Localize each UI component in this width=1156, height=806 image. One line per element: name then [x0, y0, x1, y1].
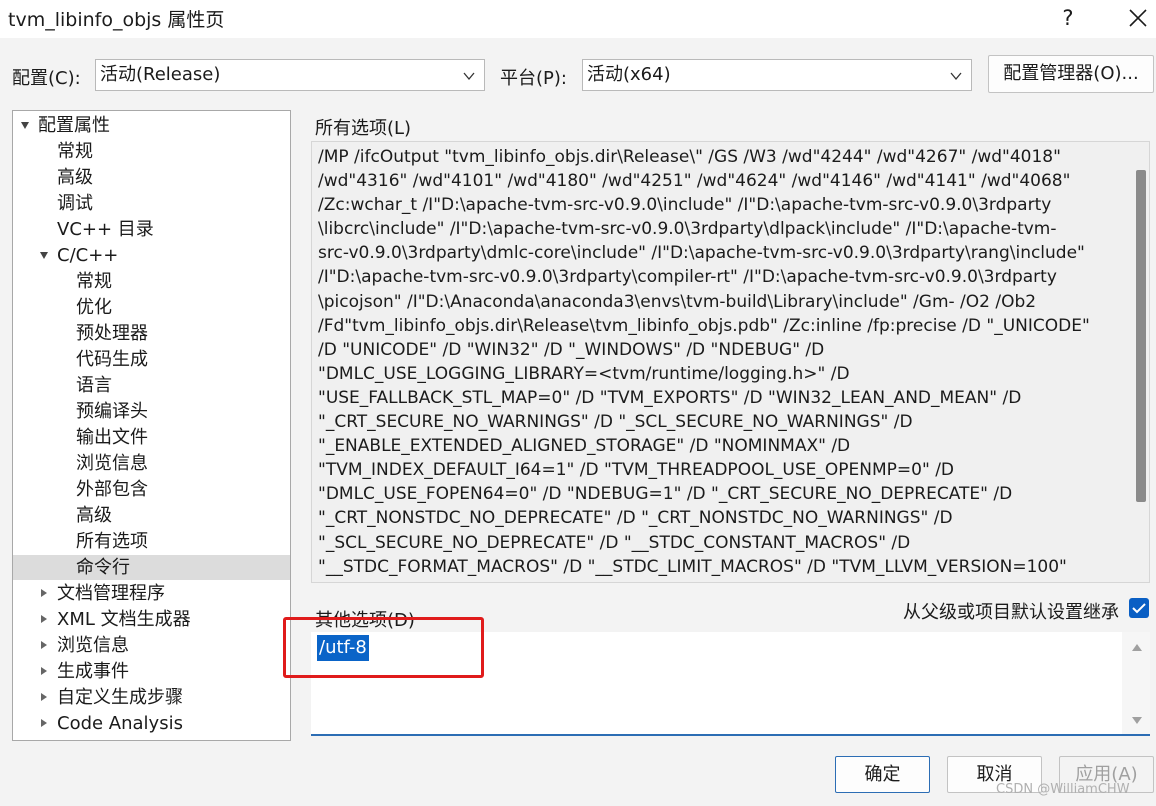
platform-value: 活动(x64): [587, 64, 671, 85]
tree-item-label: 生成事件: [57, 661, 129, 682]
config-combo[interactable]: 活动(Release): [95, 59, 485, 91]
tree-item-label: 外部包含: [76, 479, 148, 500]
collapsed-arrow-icon: [41, 693, 47, 701]
chevron-down-icon: [950, 72, 962, 81]
tree-item-all-options[interactable]: 所有选项: [13, 529, 290, 554]
config-value: 活动(Release): [100, 64, 221, 85]
all-options-label: 所有选项(L): [315, 118, 412, 139]
collapsed-arrow-icon: [41, 719, 47, 727]
tree-item-label: 文档管理程序: [57, 583, 165, 604]
tree-item-label: VC++ 目录: [57, 219, 154, 240]
highlight-annotation: [283, 617, 484, 678]
tree-item-preprocessor[interactable]: 预处理器: [13, 321, 290, 346]
close-button[interactable]: [1120, 3, 1156, 33]
tree-item-label: 所有选项: [76, 531, 148, 552]
vertical-scrollbar[interactable]: [1136, 170, 1146, 502]
config-manager-button[interactable]: 配置管理器(O)...: [988, 55, 1154, 93]
collapsed-arrow-icon: [41, 615, 47, 623]
tree-item-label: 高级: [76, 505, 112, 526]
tree-item-browse-information[interactable]: 浏览信息: [13, 633, 290, 658]
tree-item-label: 常规: [57, 141, 93, 162]
help-button[interactable]: ?: [1052, 3, 1084, 33]
tree-item-label: 命令行: [76, 557, 130, 578]
collapsed-arrow-icon: [41, 641, 47, 649]
tree-item-label: Code Analysis: [57, 713, 183, 734]
scroll-up-icon[interactable]: [1131, 642, 1143, 652]
tree-item-xml-doc-generator[interactable]: XML 文档生成器: [13, 607, 290, 632]
tree-item-precompiled-headers[interactable]: 预编译头: [13, 399, 290, 424]
tree-item-label: C/C++: [57, 245, 119, 266]
tree-item-label: 语言: [76, 375, 112, 396]
expanded-arrow-icon: [21, 122, 29, 129]
tree-item-browse-info[interactable]: 浏览信息: [13, 451, 290, 476]
platform-combo[interactable]: 活动(x64): [582, 59, 972, 91]
tree-item-label: 常规: [76, 271, 112, 292]
collapsed-arrow-icon: [41, 589, 47, 597]
all-options-text: /MP /ifcOutput "tvm_libinfo_objs.dir\Rel…: [318, 147, 1090, 577]
tree-item-label: 预编译头: [76, 401, 148, 422]
scroll-down-icon[interactable]: [1131, 716, 1143, 726]
tree-item-cpp-advanced[interactable]: 高级: [13, 503, 290, 528]
tree-item-code-analysis[interactable]: Code Analysis: [13, 711, 290, 736]
inherit-label: 从父级或项目默认设置继承: [903, 602, 1119, 623]
watermark: CSDN @WilliamCHW: [996, 782, 1130, 797]
tree-item-output-files[interactable]: 输出文件: [13, 425, 290, 450]
tree-item-config-properties[interactable]: 配置属性: [13, 113, 290, 138]
ok-button[interactable]: 确定: [835, 756, 930, 793]
check-icon: [1132, 603, 1146, 614]
close-icon: [1129, 9, 1147, 27]
inherit-checkbox[interactable]: [1129, 598, 1149, 618]
tree-item-general[interactable]: 常规: [13, 139, 290, 164]
tree-item-vc-directories[interactable]: VC++ 目录: [13, 217, 290, 242]
chevron-down-icon: [463, 72, 475, 81]
tree-item-label: XML 文档生成器: [57, 609, 191, 630]
tree-item-label: 调试: [57, 193, 93, 214]
other-options-scrollbar[interactable]: [1122, 632, 1150, 734]
all-options-textbox[interactable]: /MP /ifcOutput "tvm_libinfo_objs.dir\Rel…: [311, 141, 1150, 583]
tree-item-optimization[interactable]: 优化: [13, 295, 290, 320]
property-tree[interactable]: 配置属性 常规 高级 调试 VC++ 目录 C/C++ 常规 优化 预处理器 代…: [12, 110, 291, 741]
tree-item-code-generation[interactable]: 代码生成: [13, 347, 290, 372]
tree-item-debugging[interactable]: 调试: [13, 191, 290, 216]
tree-item-language[interactable]: 语言: [13, 373, 290, 398]
tree-item-label: 优化: [76, 297, 112, 318]
tree-item-label: 代码生成: [76, 349, 148, 370]
window-title: tvm_libinfo_objs 属性页: [8, 9, 225, 31]
config-label: 配置(C):: [12, 68, 81, 89]
collapsed-arrow-icon: [41, 667, 47, 675]
tree-item-cpp-general[interactable]: 常规: [13, 269, 290, 294]
tree-item-label: 配置属性: [38, 115, 110, 136]
tree-item-label: 预处理器: [76, 323, 148, 344]
tree-item-cpp[interactable]: C/C++: [13, 243, 290, 268]
expanded-arrow-icon: [40, 252, 48, 259]
tree-item-external-includes[interactable]: 外部包含: [13, 477, 290, 502]
tree-item-advanced[interactable]: 高级: [13, 165, 290, 190]
tree-item-label: 输出文件: [76, 427, 148, 448]
tree-item-label: 浏览信息: [57, 635, 129, 656]
tree-item-custom-build-step[interactable]: 自定义生成步骤: [13, 685, 290, 710]
tree-item-manifest-tool[interactable]: 文档管理程序: [13, 581, 290, 606]
platform-label: 平台(P):: [500, 68, 567, 89]
tree-item-build-events[interactable]: 生成事件: [13, 659, 290, 684]
tree-item-label: 高级: [57, 167, 93, 188]
tree-item-label: 浏览信息: [76, 453, 148, 474]
tree-item-label: 自定义生成步骤: [57, 687, 183, 708]
tree-item-command-line[interactable]: 命令行: [13, 555, 290, 580]
